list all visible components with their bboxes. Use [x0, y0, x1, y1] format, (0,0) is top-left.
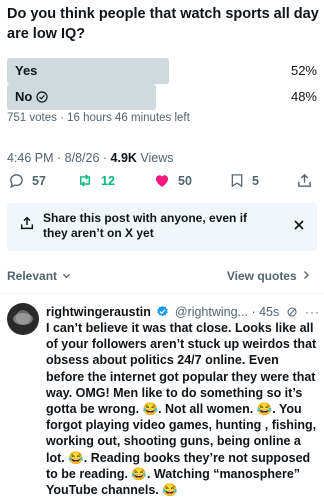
reply-count: 57 [32, 173, 46, 188]
views-count: 4.9K [110, 151, 137, 165]
reply-header: rightwingeraustin @rightwing... · 45s ··… [46, 304, 320, 320]
divider [0, 293, 324, 294]
share-icon [20, 216, 34, 230]
chevron-right-icon [304, 271, 309, 279]
post-timestamp[interactable]: 4:46 PM · 8/8/26 · 4.9K Views [7, 151, 174, 165]
replies-header: Relevant View quotes [0, 264, 324, 286]
share-prompt-card[interactable]: Share this post with anyone, even if the… [7, 203, 317, 251]
bookmark-button[interactable]: 5 [229, 172, 259, 189]
reply-icon [10, 174, 23, 189]
reply-author-handle[interactable]: @rightwing... [175, 305, 248, 319]
poll-option-yes: Yes 52% [7, 58, 317, 84]
sort-dropdown[interactable]: Relevant [7, 269, 71, 283]
repost-button[interactable]: 12 [76, 172, 115, 189]
bookmark-icon [231, 174, 243, 188]
poll-option-percent: 52% [290, 63, 317, 78]
reply-button[interactable]: 57 [8, 172, 46, 189]
like-count: 50 [178, 173, 192, 188]
poll-option-no: No 48% [7, 84, 317, 110]
poll-meta: 751 votes · 16 hours 46 minutes left [7, 112, 190, 124]
poll-option-label: Yes [15, 63, 38, 78]
repost-count: 12 [101, 173, 115, 188]
poll-option-label: No [15, 89, 48, 105]
close-icon[interactable] [293, 219, 305, 231]
bookmark-count: 5 [252, 173, 259, 188]
reply-text: I can’t believe it was that close. Looks… [46, 321, 317, 498]
chevron-down-icon [63, 273, 71, 279]
reply-author-name[interactable]: rightwingeraustin [46, 305, 151, 319]
heart-icon [155, 175, 169, 187]
share-button[interactable] [296, 172, 313, 189]
grok-icon[interactable] [286, 306, 298, 318]
poll-option-percent: 48% [290, 89, 317, 104]
avatar[interactable] [7, 303, 39, 335]
view-quotes-link[interactable]: View quotes [227, 269, 310, 283]
repost-icon [80, 174, 90, 187]
check-circle-icon [36, 91, 48, 103]
verified-badge-icon [157, 305, 169, 317]
reply-time[interactable]: · 45s [251, 305, 279, 319]
like-button[interactable]: 50 [153, 172, 192, 189]
more-options-icon[interactable]: ··· [305, 304, 320, 320]
action-bar: 57 12 50 5 [0, 172, 324, 194]
share-prompt-text: Share this post with anyone, even if the… [43, 211, 248, 240]
share-icon [298, 173, 311, 187]
poll-question: Do you think people that watch sports al… [7, 6, 319, 42]
